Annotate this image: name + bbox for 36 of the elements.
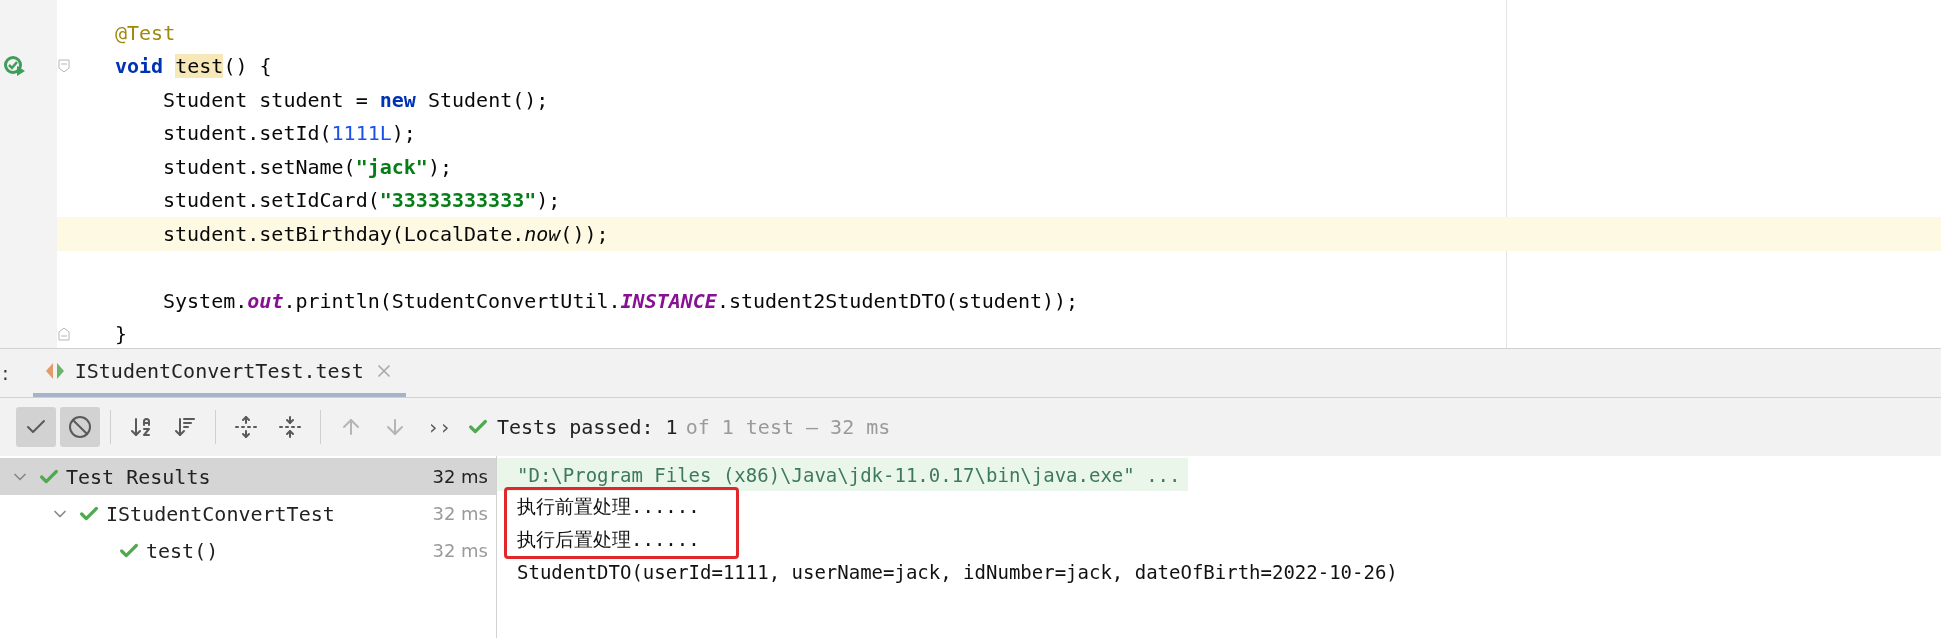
tree-row[interactable]: test() 32 ms bbox=[0, 532, 496, 569]
test-duration: 32 ms bbox=[432, 540, 488, 561]
ban-icon bbox=[68, 415, 92, 439]
collapse-icon bbox=[278, 415, 302, 439]
status-summary: Tests passed: 1 bbox=[497, 415, 678, 439]
run-config-icon bbox=[44, 362, 65, 380]
toolbar-button[interactable] bbox=[60, 407, 100, 447]
test-name: test() bbox=[146, 538, 220, 563]
sort-alpha-icon bbox=[129, 415, 153, 439]
tree-row[interactable]: Test Results 32 ms bbox=[0, 458, 496, 495]
code-line: } bbox=[114, 322, 128, 347]
console-output: 执行后置处理...... bbox=[516, 526, 700, 552]
tool-window-label: : bbox=[1, 360, 10, 387]
test-duration: 32 ms bbox=[432, 503, 488, 524]
tree-row[interactable]: IStudentConvertTest 32 ms bbox=[0, 495, 496, 532]
code-line: Student student = new Student(); bbox=[162, 87, 549, 112]
run-test-icon[interactable] bbox=[4, 56, 26, 77]
code-line: student.setName("jack"); bbox=[162, 154, 452, 179]
fold-marker-icon[interactable] bbox=[58, 59, 70, 74]
toolbar-button[interactable] bbox=[16, 407, 56, 447]
fold-marker-icon[interactable] bbox=[58, 327, 70, 342]
code-line: student.setIdCard("33333333333"); bbox=[162, 188, 561, 213]
code-line: @Test bbox=[114, 20, 176, 45]
test-name: IStudentConvertTest bbox=[106, 501, 336, 526]
test-duration: 32 ms bbox=[432, 466, 488, 487]
console-output: StudentDTO(userId=1111, userName=jack, idNumber=jack, dateOfBirth=2022-10-26) bbox=[516, 559, 1398, 585]
code-line: student.setId(1111L); bbox=[162, 121, 416, 146]
code-line: System.out.println(StudentConvertUtil.INSTANCE.student2StudentDTO(student)); bbox=[162, 288, 1079, 313]
console-output: 执行前置处理...... bbox=[516, 493, 700, 519]
code-line: void test() { bbox=[114, 54, 272, 79]
status-detail: of 1 test – 32 ms bbox=[685, 415, 891, 439]
test-name: Test Results bbox=[66, 464, 212, 489]
sort-icon bbox=[173, 415, 197, 439]
expand-icon bbox=[234, 415, 258, 439]
more-button[interactable]: ›› bbox=[419, 407, 459, 447]
code-line: student.setBirthday(LocalDate.now()); bbox=[162, 221, 609, 246]
